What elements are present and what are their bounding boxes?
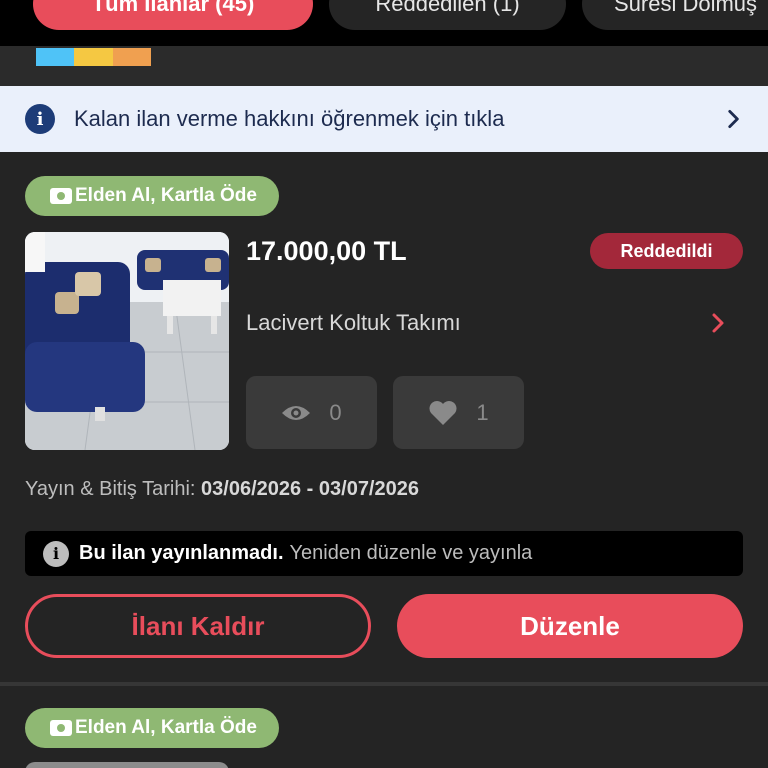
heart-icon — [429, 400, 457, 425]
payment-badge: Elden Al, Kartla Öde — [25, 708, 279, 748]
money-icon — [50, 188, 72, 204]
edit-button[interactable]: Düzenle — [397, 594, 743, 658]
notice-bold-text: Bu ilan yayınlanmadı. — [79, 542, 284, 564]
payment-badge: Elden Al, Kartla Öde — [25, 176, 279, 216]
views-counter: 0 — [246, 376, 377, 449]
listing-photo[interactable] — [25, 232, 229, 450]
color-segment-yellow — [74, 48, 113, 66]
chevron-right-icon — [728, 110, 739, 128]
status-badge: Reddedildi — [590, 233, 743, 269]
tab-rejected[interactable]: Reddedilen (1) — [329, 0, 566, 30]
publish-dates: Yayın & Bitiş Tarihi: 03/06/2026 - 03/07… — [25, 478, 419, 501]
info-icon: i — [25, 104, 55, 134]
tab-expired[interactable]: Süresi Dolmuş — [582, 0, 768, 30]
money-icon — [50, 720, 72, 736]
color-segment-orange — [112, 48, 151, 66]
info-banner-text: Kalan ilan verme hakkını öğrenmek için t… — [74, 106, 505, 131]
color-bar — [36, 48, 151, 66]
tab-bar: Tüm İlanlar (45) Reddedilen (1) Süresi D… — [0, 0, 768, 46]
info-icon: i — [43, 540, 69, 567]
chevron-right-icon[interactable] — [706, 310, 730, 336]
views-count: 0 — [329, 399, 342, 425]
listing-photo[interactable] — [25, 762, 229, 768]
info-banner[interactable]: i Kalan ilan verme hakkını öğrenmek için… — [0, 86, 768, 152]
eye-icon — [282, 405, 311, 420]
notice-text: Yeniden düzenle ve yayınla — [289, 542, 533, 564]
favorites-count: 1 — [476, 399, 489, 425]
sofa-image — [25, 232, 229, 450]
unpublished-notice: i Bu ilan yayınlanmadı. Yeniden düzenle … — [25, 531, 743, 576]
dates-value: 03/06/2026 - 03/07/2026 — [201, 478, 419, 500]
listing-title[interactable]: Lacivert Koltuk Takımı — [246, 310, 461, 336]
remove-listing-button[interactable]: İlanı Kaldır — [25, 594, 371, 658]
listing-price: 17.000,00 TL — [246, 236, 407, 266]
payment-badge-label: Elden Al, Kartla Öde — [75, 717, 257, 738]
dates-label: Yayın & Bitiş Tarihi: — [25, 478, 196, 500]
color-segment-blue — [36, 48, 75, 66]
favorites-counter: 1 — [393, 376, 524, 449]
tab-all-listings[interactable]: Tüm İlanlar (45) — [33, 0, 313, 30]
payment-badge-label: Elden Al, Kartla Öde — [75, 185, 257, 206]
